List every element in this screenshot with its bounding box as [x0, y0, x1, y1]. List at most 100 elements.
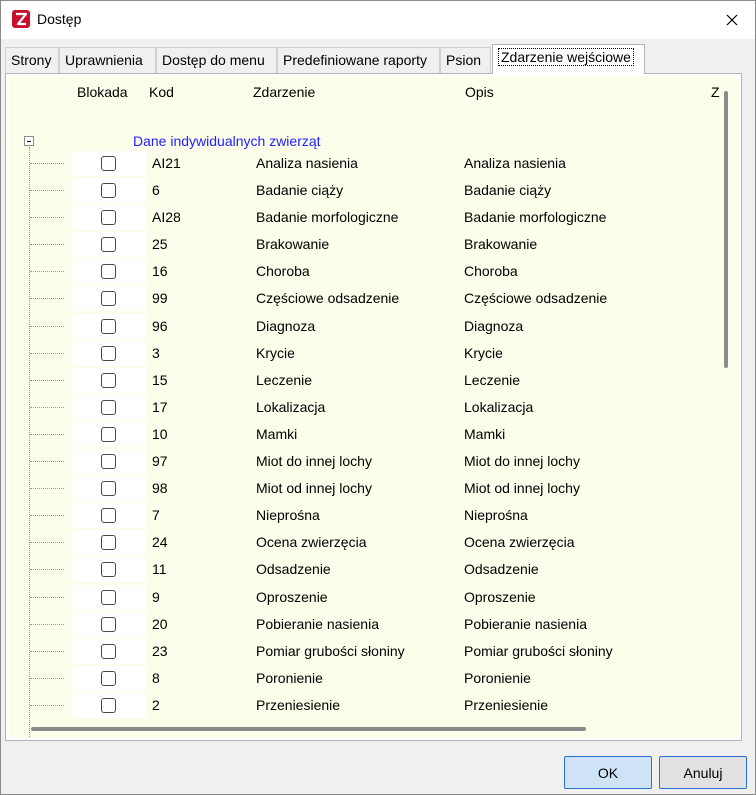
- zdarzenie-cell: Mamki: [256, 425, 298, 442]
- column-header-kod[interactable]: Kod: [149, 84, 174, 100]
- blokada-checkbox[interactable]: [101, 589, 116, 605]
- table-row[interactable]: 7 Nieprośna Nieprośna: [9, 502, 740, 529]
- table-row[interactable]: 97 Miot do innej lochy Miot do innej lochy: [9, 448, 740, 475]
- opis-cell: Przeniesienie: [464, 696, 549, 713]
- blokada-checkbox[interactable]: [101, 535, 116, 551]
- table-row[interactable]: 3 Krycie Krycie: [9, 340, 740, 367]
- collapse-toggle-icon[interactable]: [24, 136, 34, 146]
- blokada-checkbox[interactable]: [101, 454, 116, 470]
- opis-cell: Lokalizacja: [464, 398, 534, 415]
- close-button[interactable]: [709, 1, 755, 39]
- tree-branch: [30, 244, 64, 246]
- tree-branch: [30, 352, 64, 354]
- column-header-extra[interactable]: Z: [711, 84, 720, 100]
- blokada-checkbox[interactable]: [101, 616, 116, 632]
- opis-cell: Miot od innej lochy: [464, 480, 580, 497]
- zdarzenie-cell: Odsadzenie: [256, 561, 331, 578]
- blokada-checkbox[interactable]: [101, 291, 116, 307]
- opis-cell: Badanie morfologiczne: [464, 209, 607, 226]
- kod-cell: 8: [152, 669, 160, 686]
- opis-cell: Brakowanie: [464, 236, 538, 253]
- ok-button[interactable]: OK: [564, 756, 652, 789]
- horizontal-scrollbar[interactable]: [31, 727, 586, 731]
- kod-cell: 15: [152, 371, 168, 388]
- table-row[interactable]: AI28 Badanie morfologiczne Badanie morfolo…: [9, 204, 740, 231]
- opis-cell: Częściowe odsadzenie: [464, 290, 608, 307]
- blokada-checkbox[interactable]: [101, 156, 116, 171]
- opis-cell: Leczenie: [464, 371, 521, 388]
- opis-cell: Oproszenie: [464, 588, 536, 605]
- blokada-checkbox[interactable]: [101, 426, 116, 442]
- tab-psion[interactable]: Psion: [440, 47, 491, 74]
- blokada-checkbox[interactable]: [101, 237, 116, 253]
- zdarzenie-cell: Krycie: [256, 344, 295, 361]
- cancel-button[interactable]: Anuluj: [659, 756, 747, 789]
- table-row[interactable]: 25 Brakowanie Brakowanie: [9, 231, 740, 258]
- table-row[interactable]: 17 Lokalizacja Lokalizacja: [9, 394, 740, 421]
- blokada-checkbox[interactable]: [101, 562, 116, 578]
- blokada-checkbox[interactable]: [101, 697, 116, 713]
- kod-cell: 16: [152, 263, 168, 280]
- table-row[interactable]: 10 Mamki Mamki: [9, 421, 740, 448]
- tree-branch: [30, 623, 64, 625]
- blokada-checkbox[interactable]: [101, 183, 116, 199]
- tree-branch: [30, 488, 64, 490]
- blokada-checkbox[interactable]: [101, 670, 116, 686]
- blokada-checkbox[interactable]: [101, 345, 116, 361]
- opis-cell: Mamki: [464, 425, 506, 442]
- blokada-checkbox[interactable]: [101, 508, 116, 524]
- tab-predefiniowane-raporty[interactable]: Predefiniowane raporty: [277, 47, 440, 74]
- rows-container: AI21 Analiza nasienia Analiza nasienia 6 Ba…: [9, 150, 740, 719]
- table-row[interactable]: 9 Oproszenie Oproszenie: [9, 584, 740, 611]
- table-row[interactable]: 98 Miot od innej lochy Miot od innej lochy: [9, 475, 740, 502]
- zdarzenie-cell: Miot do innej lochy: [256, 453, 372, 470]
- blokada-checkbox[interactable]: [101, 318, 116, 334]
- tab-zdarzenie-wejsciowe[interactable]: Zdarzenie wejściowe: [492, 44, 645, 74]
- table-row[interactable]: 96 Diagnoza Diagnoza: [9, 313, 740, 340]
- table-row[interactable]: 24 Ocena zwierzęcia Ocena zwierzęcia: [9, 529, 740, 556]
- kod-cell: 10: [152, 425, 168, 442]
- table-row[interactable]: 6 Badanie ciąży Badanie ciąży: [9, 177, 740, 204]
- zdarzenie-cell: Analiza nasienia: [256, 155, 358, 171]
- window-title: Dostęp: [37, 11, 82, 27]
- blokada-checkbox[interactable]: [101, 372, 116, 388]
- vertical-scrollbar[interactable]: [724, 91, 728, 368]
- table-row[interactable]: 2 Przeniesienie Przeniesienie: [9, 692, 740, 719]
- table-row[interactable]: 20 Pobieranie nasienia Pobieranie nasienia: [9, 611, 740, 638]
- table-row[interactable]: 11 Odsadzenie Odsadzenie: [9, 556, 740, 583]
- kod-cell: 17: [152, 398, 168, 415]
- tab-strony[interactable]: Strony: [5, 47, 59, 74]
- blokada-checkbox[interactable]: [101, 643, 116, 659]
- table-row[interactable]: 99 Częściowe odsadzenie Częściowe odsadzen…: [9, 285, 740, 312]
- column-header-zdarzenie[interactable]: Zdarzenie: [253, 84, 315, 100]
- dialog-window: Dostęp Strony Uprawnienia Dostęp do menu…: [0, 0, 756, 795]
- tree-branch: [30, 433, 64, 435]
- table-row[interactable]: 23 Pomiar grubości słoniny Pomiar grubości…: [9, 638, 740, 665]
- zdarzenie-cell: Miot od innej lochy: [256, 480, 372, 497]
- table-row[interactable]: 16 Choroba Choroba: [9, 258, 740, 285]
- column-header-opis[interactable]: Opis: [465, 84, 494, 100]
- table-row[interactable]: AI21 Analiza nasienia Analiza nasienia: [9, 150, 740, 177]
- zdarzenie-cell: Nieprośna: [256, 507, 320, 524]
- tree-branch: [30, 163, 64, 164]
- kod-cell: 23: [152, 642, 168, 659]
- column-header-blokada[interactable]: Blokada: [77, 84, 128, 100]
- blokada-checkbox[interactable]: [101, 399, 116, 415]
- blokada-checkbox[interactable]: [101, 264, 116, 280]
- tab-dostep-do-menu[interactable]: Dostęp do menu: [156, 47, 277, 74]
- tree-branch: [30, 650, 64, 652]
- blokada-checkbox[interactable]: [101, 481, 116, 497]
- opis-cell: Analiza nasienia: [464, 155, 566, 171]
- tree-branch: [30, 596, 64, 598]
- kod-cell: 25: [152, 236, 168, 253]
- events-grid: Blokada Kod Zdarzenie Opis Z Dane indywi…: [9, 77, 740, 738]
- tree-branch: [30, 406, 64, 408]
- tab-uprawnienia[interactable]: Uprawnienia: [59, 47, 156, 74]
- table-row[interactable]: 8 Poronienie Poronienie: [9, 665, 740, 692]
- opis-cell: Diagnoza: [464, 317, 524, 334]
- tree-branch: [30, 217, 64, 219]
- blokada-checkbox[interactable]: [101, 210, 116, 226]
- close-icon: [726, 14, 738, 26]
- kod-cell: 6: [152, 182, 160, 199]
- table-row[interactable]: 15 Leczenie Leczenie: [9, 367, 740, 394]
